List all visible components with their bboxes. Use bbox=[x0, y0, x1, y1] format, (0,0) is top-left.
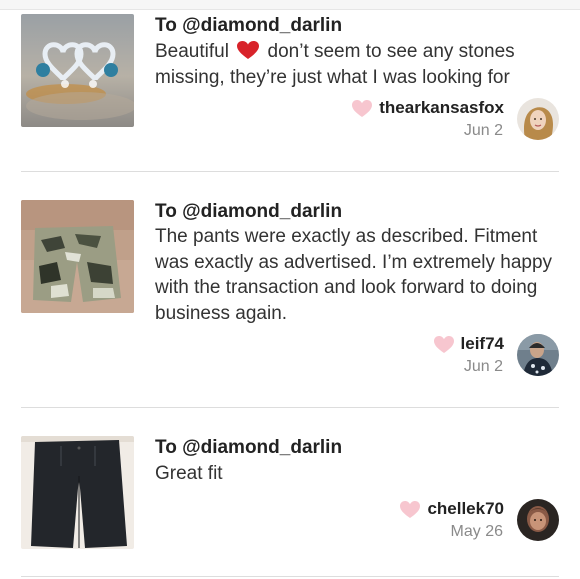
review-text: The pants were exactly as described. Fit… bbox=[155, 226, 553, 324]
heart-icon[interactable] bbox=[433, 335, 455, 354]
review-text: Great fit bbox=[155, 463, 223, 484]
author-username[interactable]: thearkansasfox bbox=[379, 98, 504, 118]
heart-icon[interactable] bbox=[399, 500, 421, 519]
review-text-part: Beautiful bbox=[155, 41, 229, 62]
product-image-earrings[interactable] bbox=[21, 14, 134, 127]
red-heart-icon bbox=[236, 40, 260, 60]
heart-icon[interactable] bbox=[351, 99, 373, 118]
review-recipient[interactable]: To @diamond_darlin bbox=[155, 200, 342, 224]
user-avatar[interactable] bbox=[517, 98, 559, 140]
review-separator bbox=[21, 576, 559, 577]
review-recipient[interactable]: To @diamond_darlin bbox=[155, 436, 342, 460]
author-username[interactable]: leif74 bbox=[461, 334, 504, 354]
top-divider bbox=[0, 0, 580, 10]
author-row: leif74 bbox=[433, 332, 504, 356]
product-image-pants[interactable] bbox=[21, 436, 134, 549]
review-separator bbox=[21, 171, 559, 172]
product-image-shorts[interactable] bbox=[21, 200, 134, 313]
author-row: chellek70 bbox=[399, 497, 504, 521]
review-recipient[interactable]: To @diamond_darlin bbox=[155, 14, 342, 38]
review-text: Beautiful don’t seem to see any stones m… bbox=[155, 39, 560, 90]
author-username[interactable]: chellek70 bbox=[427, 499, 504, 519]
review-date: Jun 2 bbox=[463, 358, 503, 375]
review-date: Jun 2 bbox=[463, 122, 503, 139]
user-avatar[interactable] bbox=[517, 334, 559, 376]
user-avatar[interactable] bbox=[517, 499, 559, 541]
review-separator bbox=[21, 407, 559, 408]
author-row: thearkansasfox bbox=[351, 96, 504, 120]
review-date: May 26 bbox=[450, 523, 503, 540]
